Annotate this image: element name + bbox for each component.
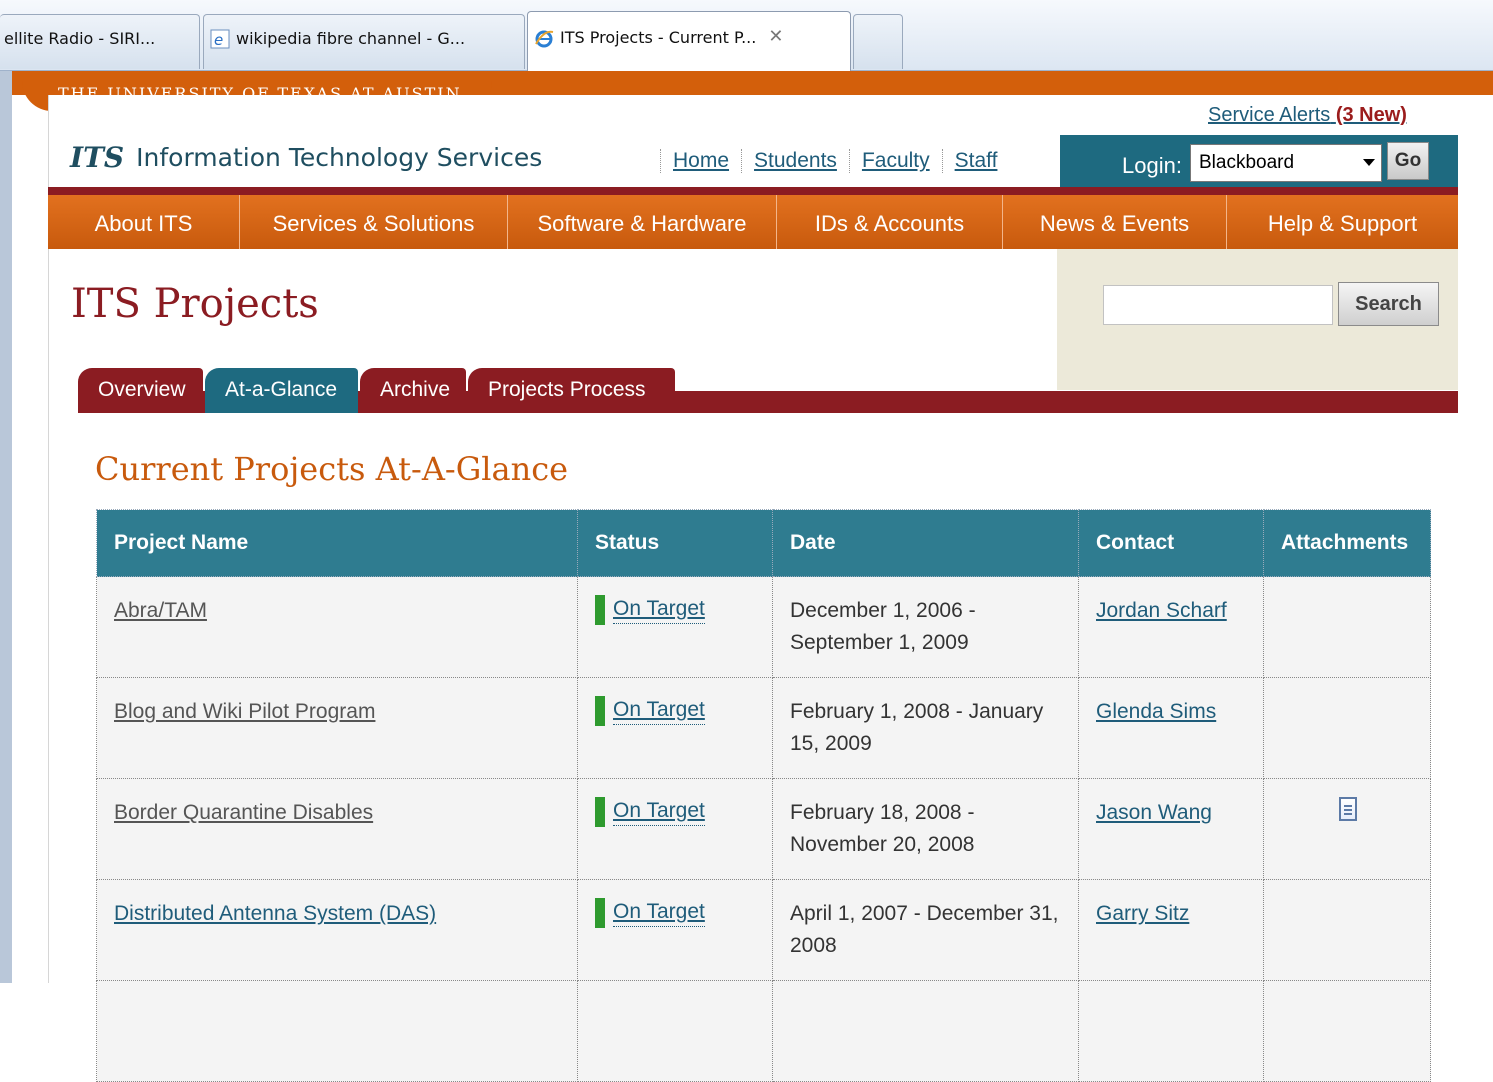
status-cell: On Target [577, 879, 773, 981]
table-row: Abra/TAM On Target December 1, 2006 - Se… [96, 576, 1431, 678]
browser-tab-wikipedia[interactable]: e wikipedia fibre channel - G... [203, 14, 525, 69]
service-alerts-link[interactable]: Service Alerts (3 New) [1208, 104, 1407, 127]
status-link[interactable]: On Target [613, 797, 705, 826]
date-cell [772, 980, 1079, 1082]
tab-archive[interactable]: Archive [360, 368, 466, 413]
project-link[interactable]: Border Quarantine Disables [114, 801, 373, 824]
table-row: Distributed Antenna System (DAS) On Targ… [96, 879, 1431, 981]
status-indicator [595, 797, 605, 827]
contact-cell: Jordan Scharf [1078, 576, 1264, 678]
project-name-cell: Abra/TAM [96, 576, 578, 678]
main-nav: About ITS Services & Solutions Software … [48, 195, 1458, 249]
nav-services-solutions[interactable]: Services & Solutions [240, 195, 508, 249]
contact-link[interactable]: Glenda Sims [1096, 700, 1216, 723]
attachment-cell [1263, 980, 1431, 1082]
project-name-cell: Distributed Antenna System (DAS) [96, 879, 578, 981]
column-header-attachments[interactable]: Attachments [1263, 509, 1431, 577]
faculty-link[interactable]: Faculty [848, 149, 942, 173]
projects-table: Project Name Status Date Contact Attachm… [96, 509, 1431, 1082]
nav-about-its[interactable]: About ITS [48, 195, 240, 249]
attachment-cell [1263, 778, 1431, 880]
browser-tab-label: ITS Projects - Current P... [560, 28, 757, 47]
status-indicator [595, 595, 605, 625]
tab-projects-process[interactable]: Projects Process [468, 368, 675, 413]
contact-cell: Jason Wang [1078, 778, 1264, 880]
status-cell [577, 980, 773, 1082]
login-label: Login: [1122, 153, 1182, 178]
new-tab-button[interactable] [853, 14, 903, 69]
attachment-cell [1263, 879, 1431, 981]
browser-tab-label: ellite Radio - SIRI... [4, 29, 156, 48]
column-header-status[interactable]: Status [577, 509, 773, 577]
table-row: Blog and Wiki Pilot Program On Target Fe… [96, 677, 1431, 779]
nav-ids-accounts[interactable]: IDs & Accounts [777, 195, 1003, 249]
status-cell: On Target [577, 677, 773, 779]
browser-tab-bar: ellite Radio - SIRI... e wikipedia fibre… [0, 0, 1493, 71]
date-cell: December 1, 2006 - September 1, 2009 [772, 576, 1079, 678]
top-links: Home Students Faculty Staff [660, 149, 1009, 173]
contact-link[interactable]: Garry Sitz [1096, 902, 1189, 925]
close-tab-icon[interactable]: ✕ [768, 28, 783, 46]
home-link[interactable]: Home [660, 149, 741, 173]
browser-tab-label: wikipedia fibre channel - G... [236, 29, 466, 48]
status-link[interactable]: On Target [613, 898, 705, 927]
login-go-button[interactable]: Go [1387, 142, 1429, 180]
search-input[interactable] [1103, 285, 1333, 325]
section-title: Current Projects At-A-Glance [95, 450, 569, 488]
header-divider [48, 187, 1458, 195]
service-alerts-count: (3 New) [1335, 104, 1407, 126]
nav-news-events[interactable]: News & Events [1003, 195, 1227, 249]
project-name-cell: Blog and Wiki Pilot Program [96, 677, 578, 779]
date-cell: April 1, 2007 - December 31, 2008 [772, 879, 1079, 981]
project-name-cell: Border Quarantine Disables [96, 778, 578, 880]
its-logo[interactable]: ITS Information Technology Services [70, 141, 542, 174]
its-logo-text: Information Technology Services [136, 143, 543, 172]
status-link[interactable]: On Target [613, 595, 705, 624]
document-icon[interactable] [1339, 797, 1357, 821]
table-row [96, 980, 1431, 1082]
its-logo-mark: ITS [70, 141, 125, 174]
contact-cell: Garry Sitz [1078, 879, 1264, 981]
browser-tab-its-projects[interactable]: ITS Projects - Current P... ✕ [527, 11, 851, 71]
tab-at-a-glance[interactable]: At-a-Glance [205, 368, 358, 413]
project-link[interactable]: Blog and Wiki Pilot Program [114, 700, 375, 723]
page-title: ITS Projects [71, 281, 319, 327]
table-header-row: Project Name Status Date Contact Attachm… [96, 509, 1431, 577]
service-alerts-label: Service Alerts [1208, 104, 1331, 126]
nav-software-hardware[interactable]: Software & Hardware [508, 195, 777, 249]
search-button[interactable]: Search [1338, 282, 1439, 326]
svg-text:e: e [214, 31, 223, 49]
date-cell: February 18, 2008 - November 20, 2008 [772, 778, 1079, 880]
status-indicator [595, 898, 605, 928]
attachment-cell [1263, 677, 1431, 779]
login-select[interactable]: Blackboard [1190, 144, 1382, 182]
status-indicator [595, 696, 605, 726]
table-row: Border Quarantine Disables On Target Feb… [96, 778, 1431, 880]
project-link[interactable]: Abra/TAM [114, 599, 207, 622]
date-cell: February 1, 2008 - January 15, 2009 [772, 677, 1079, 779]
status-link[interactable]: On Target [613, 696, 705, 725]
contact-cell: Glenda Sims [1078, 677, 1264, 779]
project-link[interactable]: Distributed Antenna System (DAS) [114, 902, 436, 925]
desktop-edge [0, 0, 12, 983]
ie-logo-icon [535, 30, 554, 48]
contact-link[interactable]: Jordan Scharf [1096, 599, 1227, 622]
status-cell: On Target [577, 778, 773, 880]
dropdown-arrow-icon [1363, 159, 1375, 166]
column-header-project-name[interactable]: Project Name [96, 509, 578, 577]
column-header-date[interactable]: Date [772, 509, 1079, 577]
ie-page-icon: e [210, 29, 230, 49]
status-cell: On Target [577, 576, 773, 678]
attachment-cell [1263, 576, 1431, 678]
contact-cell [1078, 980, 1264, 1082]
browser-tab-siri[interactable]: ellite Radio - SIRI... [0, 14, 200, 69]
column-header-contact[interactable]: Contact [1078, 509, 1264, 577]
nav-help-support[interactable]: Help & Support [1227, 195, 1458, 249]
project-name-cell [96, 980, 578, 1082]
students-link[interactable]: Students [741, 149, 849, 173]
contact-link[interactable]: Jason Wang [1096, 801, 1212, 824]
tab-overview[interactable]: Overview [78, 368, 203, 413]
staff-link[interactable]: Staff [941, 149, 1010, 173]
login-selected-value: Blackboard [1199, 152, 1295, 173]
